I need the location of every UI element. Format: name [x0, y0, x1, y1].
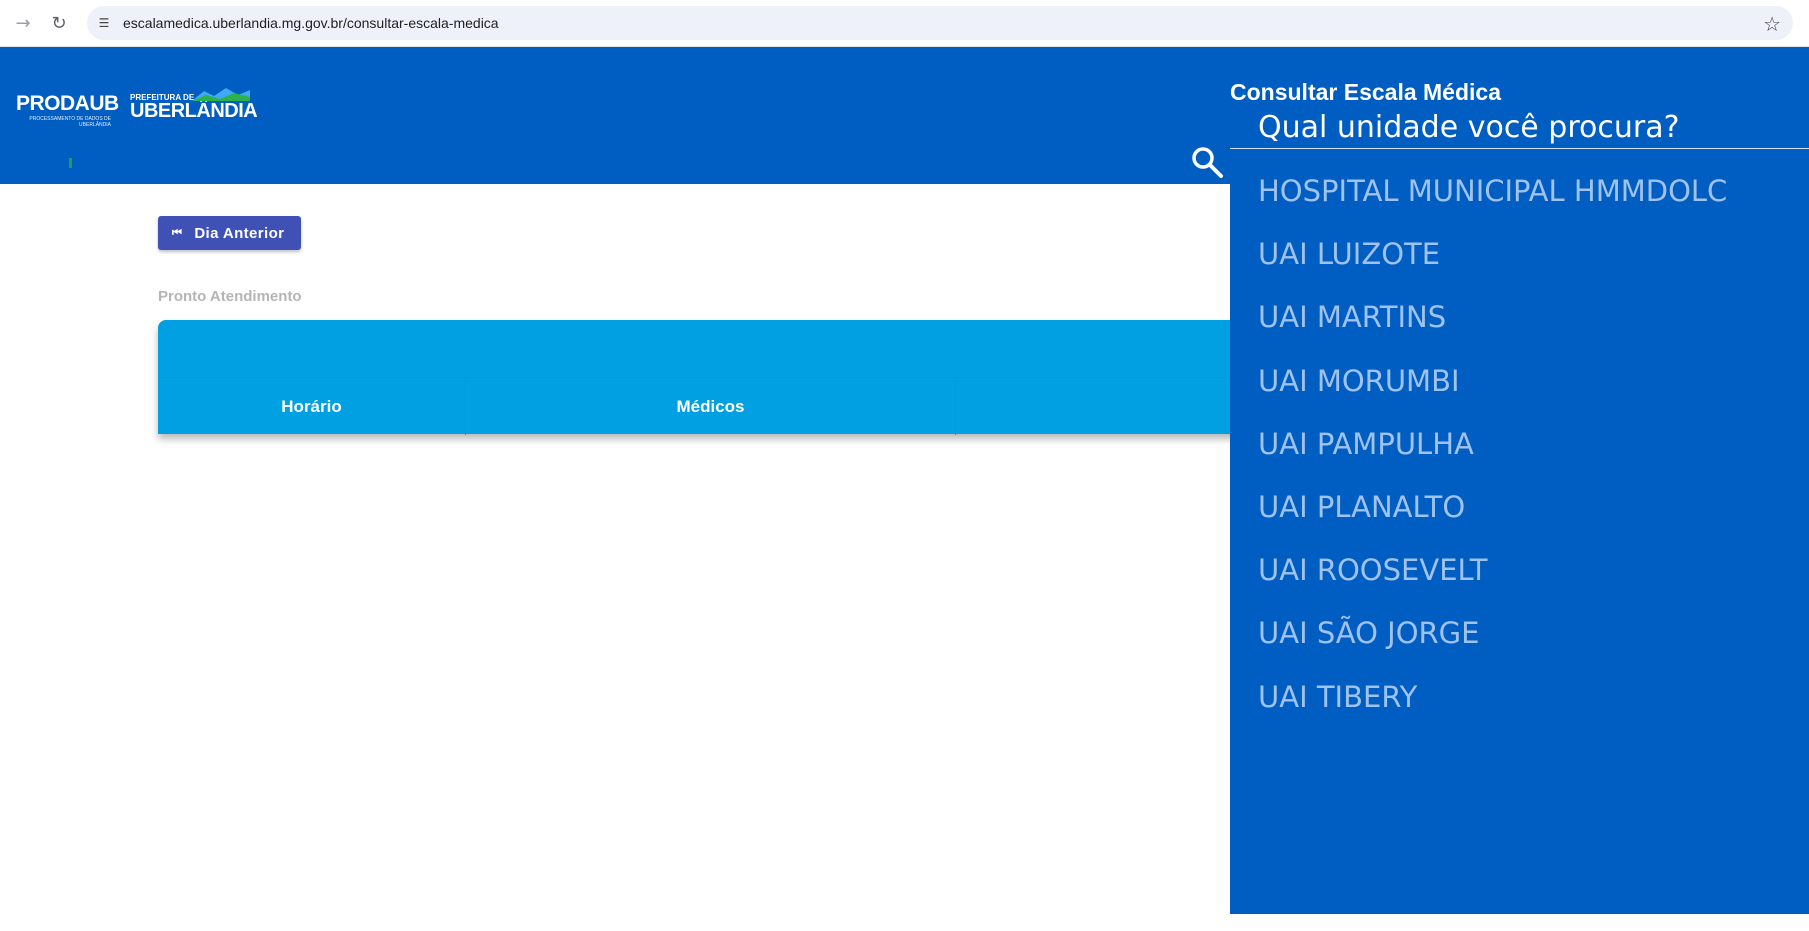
loading-indicator: [69, 158, 72, 168]
unit-option[interactable]: UAI TIBERY: [1258, 666, 1727, 729]
unit-option[interactable]: UAI ROOSEVELT: [1258, 539, 1727, 602]
prodaub-logo-text: PRODAUB: [16, 92, 119, 115]
unit-option[interactable]: UAI MORUMBI: [1258, 350, 1727, 413]
tune-icon[interactable]: ☰: [95, 14, 113, 32]
arrow-forward-icon[interactable]: →: [10, 10, 36, 36]
prodaub-logo[interactable]: PRODAUB PROCESSAMENTO DE DADOS DE UBERLÂ…: [16, 92, 119, 128]
prefeitura-logo-text: UBERLÂNDIA: [130, 100, 258, 122]
unit-option[interactable]: UAI PAMPULHA: [1258, 413, 1727, 476]
column-header-medicos[interactable]: Médicos: [466, 378, 956, 435]
star-outline-icon[interactable]: ☆: [1763, 12, 1781, 36]
unit-option[interactable]: UAI PLANALTO: [1258, 476, 1727, 539]
unit-option[interactable]: UAI SÃO JORGE: [1258, 602, 1727, 665]
browser-toolbar: → ↻ ☰ escalamedica.uberlandia.mg.gov.br/…: [0, 0, 1809, 47]
column-header-horario[interactable]: Horário: [158, 378, 466, 435]
prefeitura-logo[interactable]: PREFEITURA DE UBERLÂNDIA: [130, 87, 258, 122]
input-underline: [1230, 148, 1809, 149]
url-text[interactable]: escalamedica.uberlandia.mg.gov.br/consul…: [123, 15, 499, 31]
address-bar[interactable]: ☰ escalamedica.uberlandia.mg.gov.br/cons…: [87, 6, 1793, 40]
panel-title: Consultar Escala Médica: [1230, 79, 1501, 105]
unit-option[interactable]: UAI LUIZOTE: [1258, 223, 1727, 286]
unit-option[interactable]: UAI MARTINS: [1258, 286, 1727, 349]
unit-search-input[interactable]: [1258, 109, 1798, 145]
search-icon[interactable]: [1190, 145, 1224, 179]
previous-day-label: Dia Anterior: [194, 224, 285, 242]
unit-list: HOSPITAL MUNICIPAL HMMDOLC UAI LUIZOTE U…: [1258, 160, 1727, 729]
hills-logo-icon: [192, 88, 250, 101]
previous-day-button[interactable]: ⏮ Dia Anterior: [158, 216, 301, 250]
skip-previous-icon: ⏮: [172, 226, 183, 239]
search-panel: Consultar Escala Médica HOSPITAL MUNICIP…: [1230, 47, 1809, 914]
section-label: Pronto Atendimento: [158, 288, 302, 305]
prodaub-logo-subtext: PROCESSAMENTO DE DADOS DE UBERLÂNDIA: [29, 116, 111, 128]
unit-option[interactable]: HOSPITAL MUNICIPAL HMMDOLC: [1258, 160, 1727, 223]
reload-icon[interactable]: ↻: [46, 10, 72, 36]
